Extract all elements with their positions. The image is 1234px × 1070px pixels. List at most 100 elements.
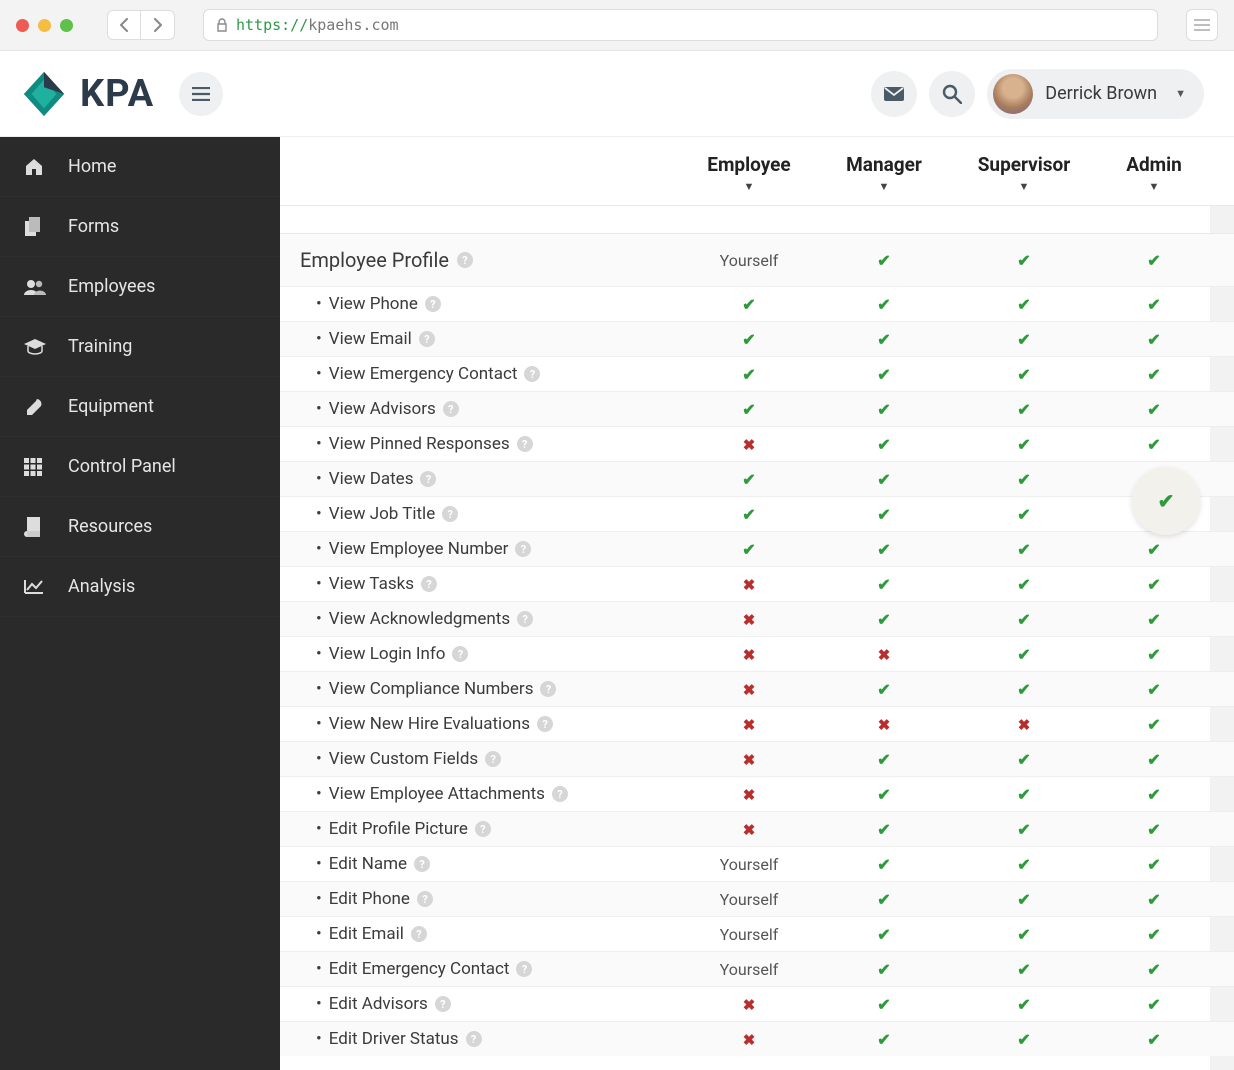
permission-cell[interactable]: ✔ [1094,295,1214,314]
close-window-icon[interactable] [16,19,29,32]
forward-button[interactable] [141,10,175,40]
minimize-window-icon[interactable] [38,19,51,32]
permission-cell[interactable]: ✔ [814,330,954,349]
permission-cell[interactable]: ✖ [684,715,814,734]
help-icon[interactable]: ? [524,366,540,382]
help-icon[interactable]: ? [517,436,533,452]
permission-cell[interactable]: ✔ [1094,540,1214,559]
help-icon[interactable]: ? [442,506,458,522]
help-icon[interactable]: ? [516,961,532,977]
permission-cell[interactable]: ✔ [1094,365,1214,384]
permission-cell[interactable]: ✔ [814,435,954,454]
sidebar-item-home[interactable]: Home [0,137,280,197]
help-icon[interactable]: ? [435,996,451,1012]
permission-cell[interactable]: ✔ [814,610,954,629]
hamburger-button[interactable] [179,72,223,116]
permission-cell[interactable]: ✔ [814,575,954,594]
permission-cell[interactable]: ✔ [954,470,1094,489]
permission-cell[interactable]: ✔ [954,330,1094,349]
permission-cell[interactable]: ✔ [1094,645,1214,664]
permission-cell[interactable]: ✖ [684,435,814,454]
permission-cell[interactable]: Yourself [684,855,814,874]
url-bar[interactable]: https://kpaehs.com [203,9,1158,41]
help-icon[interactable]: ? [419,331,435,347]
permission-cell[interactable]: ✔ [1094,960,1214,979]
help-icon[interactable]: ? [552,786,568,802]
back-button[interactable] [107,10,141,40]
permission-cell[interactable]: ✔ [684,505,814,524]
sidebar-item-forms[interactable]: Forms [0,197,280,257]
permission-cell[interactable]: ✔ [814,855,954,874]
permission-cell[interactable]: ✔ [954,785,1094,804]
permission-cell[interactable]: ✔ [1094,400,1214,419]
permission-cell[interactable]: ✔ [954,820,1094,839]
permission-cell[interactable]: ✔ [814,400,954,419]
sidebar-item-training[interactable]: Training [0,317,280,377]
help-icon[interactable]: ? [411,926,427,942]
help-icon[interactable]: ? [537,716,553,732]
permission-cell[interactable]: ✔ [684,470,814,489]
permission-cell[interactable]: ✔ [684,365,814,384]
permission-cell[interactable]: ✔ [1094,1030,1214,1049]
permission-cell[interactable]: ✔ [954,251,1094,270]
permission-cell[interactable]: ✖ [684,750,814,769]
permission-cell[interactable]: ✔ [684,295,814,314]
permission-cell[interactable]: ✔ [954,365,1094,384]
permission-cell[interactable]: ✔ [814,540,954,559]
permission-cell[interactable]: ✔ [1094,750,1214,769]
permission-cell[interactable]: ✔ [814,680,954,699]
permission-cell[interactable]: ✔ [814,295,954,314]
maximize-window-icon[interactable] [60,19,73,32]
permission-cell[interactable]: ✔ [684,540,814,559]
permission-cell[interactable]: ✖ [954,715,1094,734]
help-icon[interactable]: ? [540,681,556,697]
sidebar-item-control-panel[interactable]: Control Panel [0,437,280,497]
column-manager[interactable]: Manager ▼ [814,153,954,193]
permission-cell[interactable]: ✔ [814,470,954,489]
permission-cell[interactable]: ✖ [684,1030,814,1049]
permission-cell[interactable]: ✔ [954,540,1094,559]
column-admin[interactable]: Admin ▼ [1094,153,1214,193]
app-logo[interactable]: KPA [20,70,154,118]
permission-cell[interactable]: ✔ [814,750,954,769]
help-icon[interactable]: ? [517,611,533,627]
permission-cell[interactable]: ✔ [954,890,1094,909]
help-icon[interactable]: ? [457,252,473,268]
permission-cell[interactable]: ✔ [814,820,954,839]
help-icon[interactable]: ? [420,471,436,487]
permission-cell[interactable]: ✖ [684,785,814,804]
permission-cell[interactable]: ✔ [954,1030,1094,1049]
permission-cell[interactable]: ✔ [814,890,954,909]
permission-cell[interactable]: Yourself [684,960,814,979]
sidebar-item-equipment[interactable]: Equipment [0,377,280,437]
user-menu[interactable]: Derrick Brown ▼ [987,69,1204,119]
permission-cell[interactable]: ✔ [954,645,1094,664]
permission-cell[interactable]: ✔ [1094,610,1214,629]
permission-cell[interactable]: ✔ [814,365,954,384]
permission-cell[interactable]: ✔ [1094,680,1214,699]
help-icon[interactable]: ? [421,576,437,592]
permission-cell[interactable]: ✖ [814,645,954,664]
permission-cell[interactable]: ✔ [1094,890,1214,909]
permission-cell[interactable]: ✔ [954,925,1094,944]
help-icon[interactable]: ? [485,751,501,767]
permission-cell[interactable]: ✔ [1094,715,1214,734]
sidebar-item-analysis[interactable]: Analysis [0,557,280,617]
permission-cell[interactable]: ✔ [814,251,954,270]
permission-cell[interactable]: ✔ [814,785,954,804]
sidebar-item-resources[interactable]: Resources [0,497,280,557]
permission-cell[interactable]: Yourself [684,251,814,270]
permission-cell[interactable]: ✔ [814,995,954,1014]
permission-cell[interactable]: ✔ [954,855,1094,874]
help-icon[interactable]: ? [414,856,430,872]
permission-cell[interactable]: ✖ [814,715,954,734]
permission-cell[interactable]: ✔ [954,750,1094,769]
permission-cell[interactable]: ✔ [954,575,1094,594]
permission-cell[interactable]: ✔ [954,995,1094,1014]
permission-cell[interactable]: ✔ [1094,435,1214,454]
permission-cell[interactable]: ✖ [684,820,814,839]
permission-cell[interactable]: ✔ [814,505,954,524]
permission-cell[interactable]: ✔ [954,435,1094,454]
permission-cell[interactable]: ✔ [814,1030,954,1049]
permission-cell[interactable]: ✔ [1094,995,1214,1014]
